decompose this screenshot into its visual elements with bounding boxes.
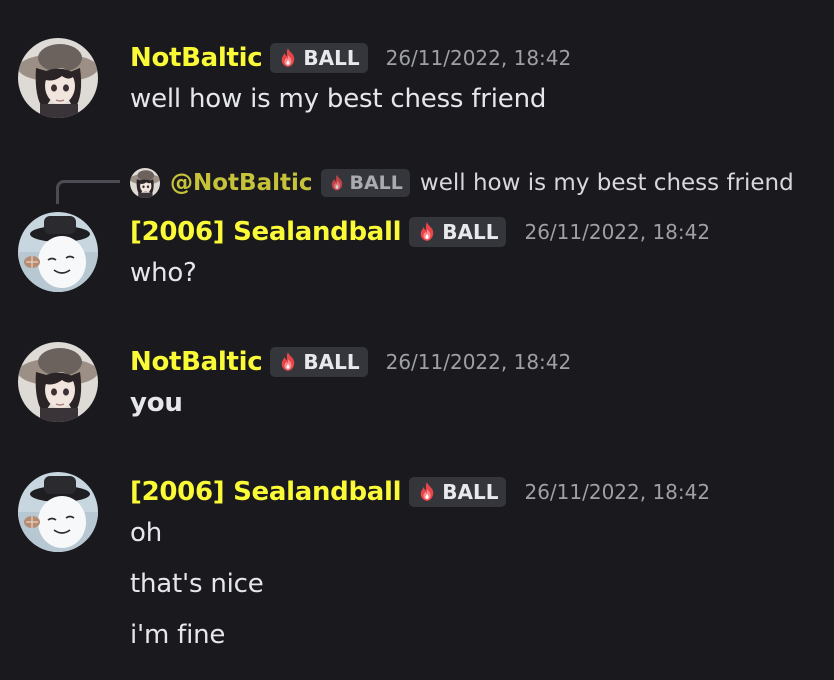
message-header: NotBaltic BALL 26/11/2022, 18:42	[130, 40, 571, 76]
message-text: well how is my best chess friend	[130, 84, 547, 114]
avatar[interactable]	[18, 472, 98, 552]
reply-content: @NotBaltic BALL well how is my best ches…	[130, 166, 794, 200]
message-text: that's nice	[130, 569, 264, 599]
username[interactable]: [2006] Sealandball	[130, 217, 402, 247]
server-tag[interactable]: BALL	[409, 477, 507, 507]
chat-log: NotBaltic BALL 26/11/2022, 18:42 well ho…	[0, 0, 834, 680]
server-tag-label: BALL	[442, 220, 499, 244]
username[interactable]: NotBaltic	[130, 347, 263, 377]
reply-preview[interactable]: @NotBaltic BALL well how is my best ches…	[56, 166, 826, 204]
fire-icon	[327, 173, 347, 193]
username[interactable]: [2006] Sealandball	[130, 477, 402, 507]
server-tag-label: BALL	[303, 350, 360, 374]
server-tag[interactable]: BALL	[409, 217, 507, 247]
message-header: [2006] Sealandball BALL 26/11/2022, 18:4…	[130, 474, 710, 510]
reply-text: well how is my best chess friend	[419, 170, 794, 196]
reply-server-tag: BALL	[320, 169, 410, 197]
timestamp: 26/11/2022, 18:42	[385, 350, 572, 374]
fire-icon	[276, 350, 300, 374]
timestamp: 26/11/2022, 18:42	[524, 220, 711, 244]
server-tag[interactable]: BALL	[270, 43, 368, 73]
reply-avatar	[130, 168, 160, 198]
reply-mention[interactable]: @NotBaltic	[170, 170, 313, 196]
avatar[interactable]	[18, 38, 98, 118]
message-text: you	[130, 388, 183, 418]
reply-server-tag-label: BALL	[349, 172, 403, 194]
message-text: who?	[130, 258, 197, 288]
server-tag-label: BALL	[442, 480, 499, 504]
message-text: oh	[130, 518, 162, 548]
fire-icon	[415, 220, 439, 244]
fire-icon	[276, 46, 300, 70]
server-tag[interactable]: BALL	[270, 347, 368, 377]
avatar[interactable]	[18, 212, 98, 292]
message-header: [2006] Sealandball BALL 26/11/2022, 18:4…	[130, 214, 710, 250]
server-tag-label: BALL	[303, 46, 360, 70]
username[interactable]: NotBaltic	[130, 43, 263, 73]
message-text: i'm fine	[130, 620, 226, 650]
fire-icon	[415, 480, 439, 504]
timestamp: 26/11/2022, 18:42	[524, 480, 711, 504]
avatar[interactable]	[18, 342, 98, 422]
timestamp: 26/11/2022, 18:42	[385, 46, 572, 70]
reply-spine	[56, 180, 120, 204]
message-header: NotBaltic BALL 26/11/2022, 18:42	[130, 344, 571, 380]
